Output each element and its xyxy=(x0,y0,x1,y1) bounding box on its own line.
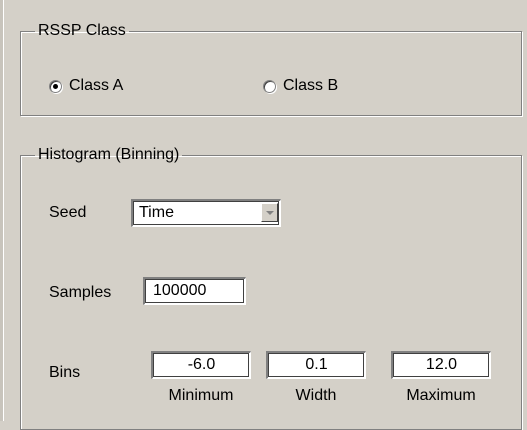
samples-label: Samples xyxy=(49,284,112,301)
rssp-class-legend: RSSP Class xyxy=(38,22,126,39)
class-a-label: Class A xyxy=(69,77,124,94)
histogram-binning-group: Histogram (Binning) Seed Time Samples 10… xyxy=(20,146,522,430)
rssp-class-group: RSSP Class Class A Class B xyxy=(20,22,522,116)
panel-left-edge xyxy=(0,0,4,421)
bins-label: Bins xyxy=(49,364,81,381)
histogram-legend: Histogram (Binning) xyxy=(38,146,180,163)
chevron-down-icon xyxy=(266,211,274,215)
bins-width-caption: Width xyxy=(295,387,337,404)
seed-dropdown[interactable]: Time xyxy=(131,199,281,227)
bins-maximum-input[interactable]: 12.0 xyxy=(391,351,491,379)
bins-minimum-caption: Minimum xyxy=(168,387,234,404)
class-a-radio[interactable]: Class A xyxy=(49,77,123,95)
bins-minimum-input[interactable]: -6.0 xyxy=(151,351,251,379)
radio-checked-indicator[interactable] xyxy=(49,79,62,93)
seed-label: Seed xyxy=(49,204,87,221)
bins-width-input[interactable]: 0.1 xyxy=(266,351,366,379)
radio-unchecked-indicator[interactable] xyxy=(263,79,276,93)
class-b-radio[interactable]: Class B xyxy=(263,77,338,95)
seed-dropdown-button[interactable] xyxy=(261,203,278,222)
seed-selected-value: Time xyxy=(139,204,174,221)
bins-maximum-caption: Maximum xyxy=(406,387,476,404)
class-b-label: Class B xyxy=(283,77,339,94)
samples-input[interactable]: 100000 xyxy=(143,277,246,305)
